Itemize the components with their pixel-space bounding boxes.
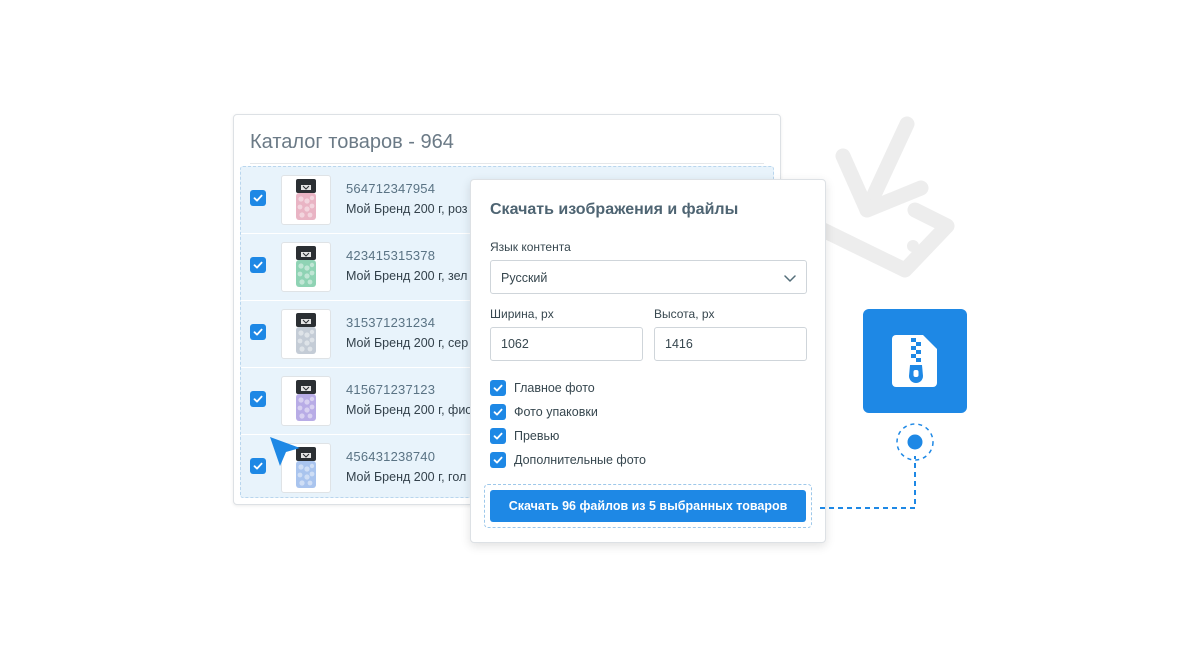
- product-thumbnail[interactable]: [281, 242, 331, 292]
- language-select[interactable]: Русский: [490, 260, 807, 294]
- product-name: Мой Бренд 200 г, зел: [346, 269, 468, 283]
- checkbox[interactable]: [490, 428, 506, 444]
- checkbox[interactable]: [490, 452, 506, 468]
- zip-file-tile[interactable]: [863, 309, 967, 413]
- option-label: Фото упаковки: [514, 405, 598, 419]
- product-thumbnail[interactable]: [281, 376, 331, 426]
- language-select-value: Русский: [501, 271, 548, 285]
- product-code: 315371231234: [346, 315, 436, 330]
- download-button[interactable]: Скачать 96 файлов из 5 выбранных товаров: [490, 490, 806, 522]
- product-code: 456431238740: [346, 449, 436, 464]
- check-icon: [253, 395, 263, 403]
- checkbox[interactable]: [490, 380, 506, 396]
- product-code: 415671237123: [346, 382, 436, 397]
- product-image: [296, 313, 316, 354]
- product-name: Мой Бренд 200 г, фио: [346, 403, 473, 417]
- width-label: Ширина, px: [490, 307, 554, 321]
- checkbox[interactable]: [250, 458, 266, 474]
- height-input[interactable]: [654, 327, 807, 361]
- check-icon: [493, 456, 503, 464]
- download-dialog: Скачать изображения и файлы Язык контент…: [470, 179, 826, 543]
- option-label: Дополнительные фото: [514, 453, 646, 467]
- checkbox[interactable]: [490, 404, 506, 420]
- product-name: Мой Бренд 200 г, сер: [346, 336, 469, 350]
- language-label: Язык контента: [490, 240, 571, 254]
- catalog-title: Каталог товаров - 964: [250, 131, 454, 153]
- product-name: Мой Бренд 200 г, роз: [346, 202, 468, 216]
- chevron-down-icon: [784, 275, 796, 282]
- check-icon: [493, 408, 503, 416]
- check-icon: [253, 328, 263, 336]
- cursor-arrow-icon: [270, 437, 300, 466]
- width-input[interactable]: [490, 327, 643, 361]
- product-code: 564712347954: [346, 181, 436, 196]
- check-icon: [493, 384, 503, 392]
- checkbox[interactable]: [250, 324, 266, 340]
- checkbox[interactable]: [250, 391, 266, 407]
- product-thumbnail[interactable]: [281, 175, 331, 225]
- connector-line: [820, 423, 934, 509]
- checkbox[interactable]: [250, 257, 266, 273]
- product-image: [296, 179, 316, 220]
- option-label: Главное фото: [514, 381, 595, 395]
- dialog-title: Скачать изображения и файлы: [490, 201, 739, 218]
- checkbox[interactable]: [250, 190, 266, 206]
- height-label: Высота, px: [654, 307, 715, 321]
- product-image: [296, 380, 316, 421]
- button-focus-outline: Скачать 96 файлов из 5 выбранных товаров: [484, 484, 812, 528]
- check-icon: [493, 432, 503, 440]
- option-label: Превью: [514, 429, 560, 443]
- check-icon: [253, 462, 263, 470]
- stage: Каталог товаров - 964 564712347954 Мой Б…: [0, 0, 1200, 649]
- product-code: 423415315378: [346, 248, 436, 263]
- zip-file-icon: [892, 335, 937, 387]
- download-arrow-icon: [811, 116, 955, 278]
- product-thumbnail[interactable]: [281, 309, 331, 359]
- check-icon: [253, 261, 263, 269]
- divider: [250, 163, 764, 164]
- product-name: Мой Бренд 200 г, гол: [346, 470, 467, 484]
- product-image: [296, 246, 316, 287]
- check-icon: [253, 194, 263, 202]
